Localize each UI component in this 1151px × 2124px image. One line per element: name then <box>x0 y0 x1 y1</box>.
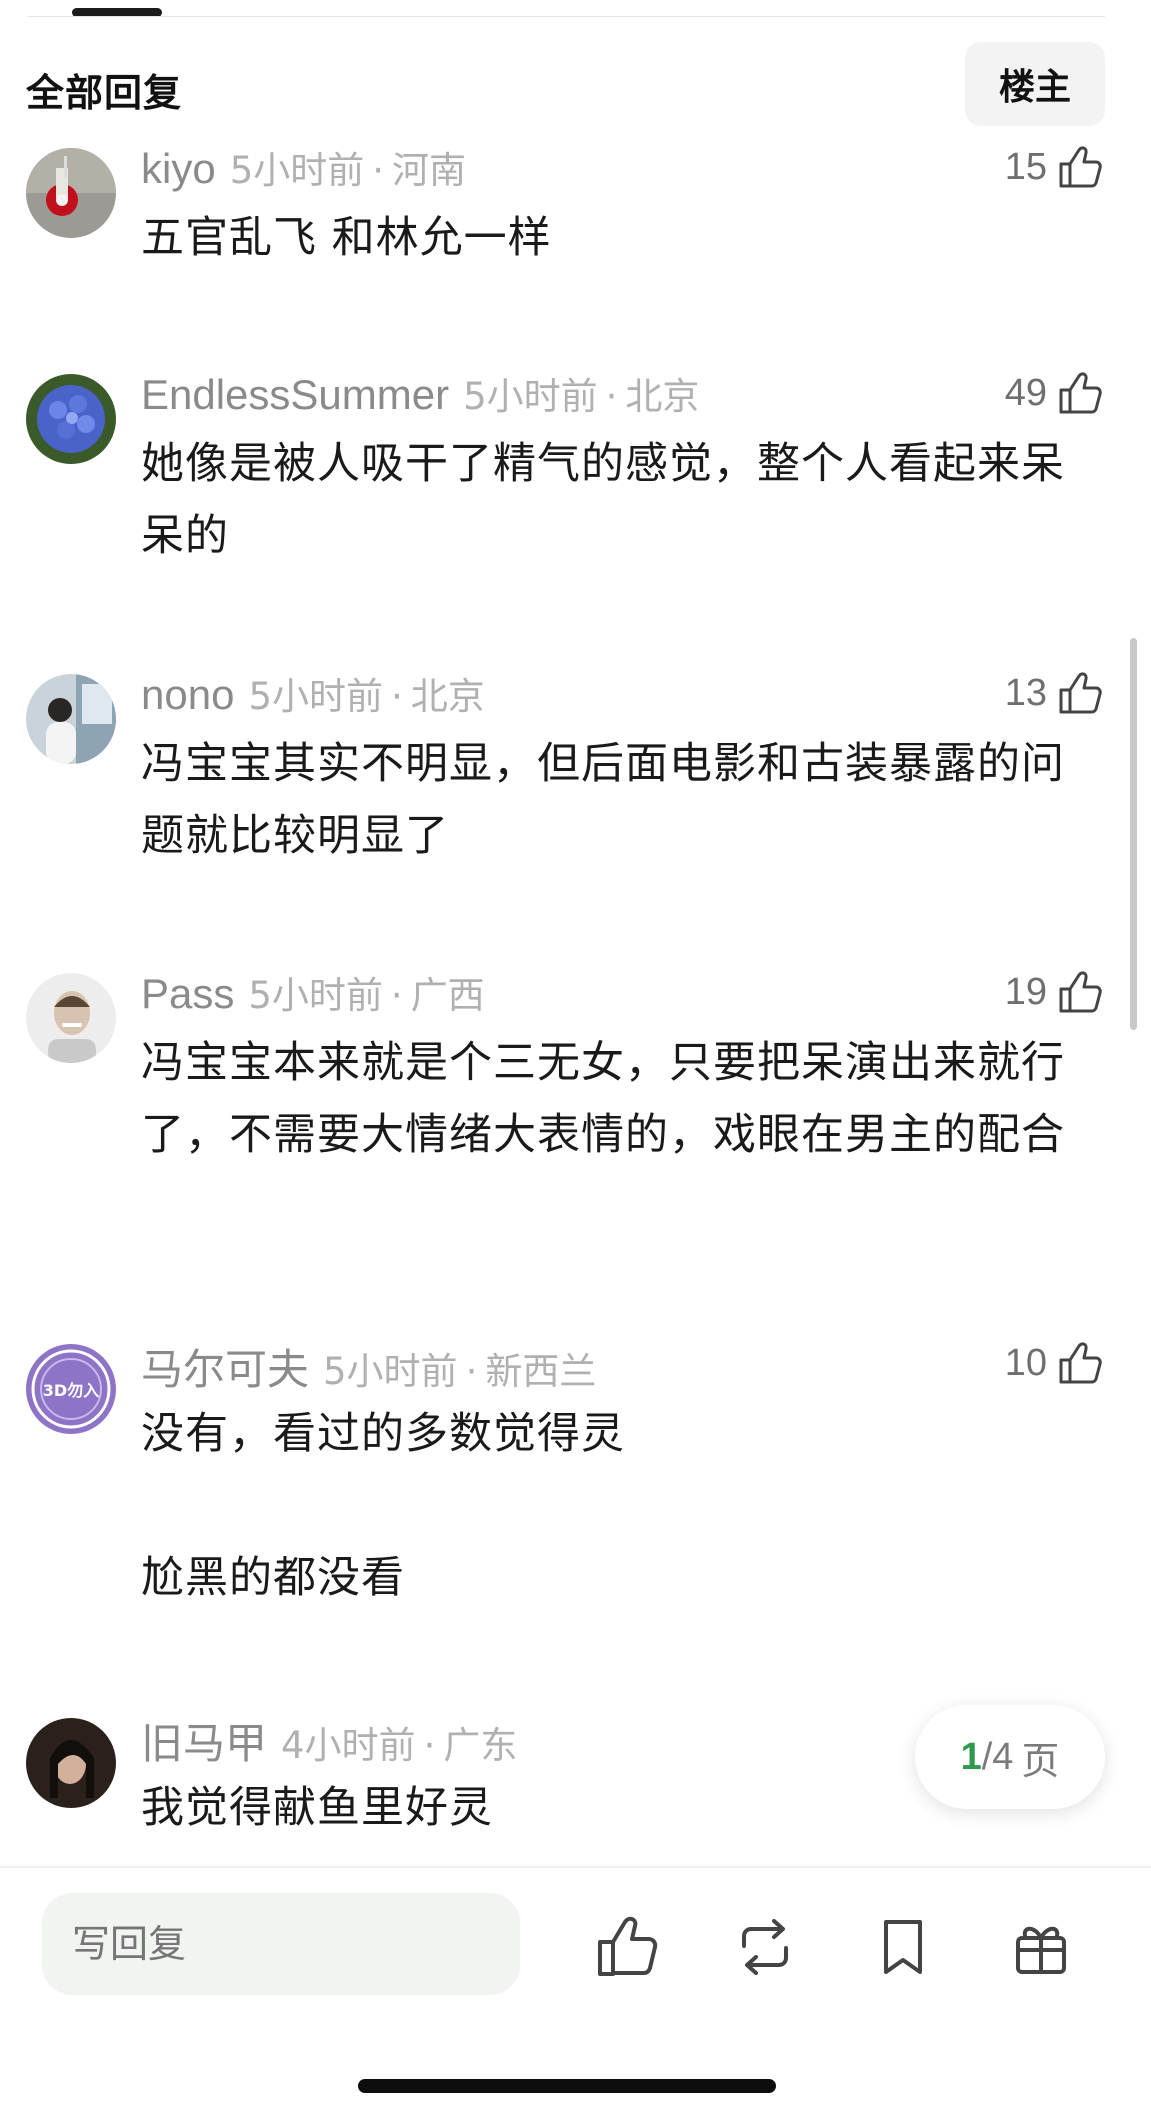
drink-cup-photo-icon <box>26 148 116 238</box>
op-only-button[interactable]: 楼主 <box>965 42 1105 126</box>
like-count: 15 <box>1004 145 1047 188</box>
top-divider <box>28 16 1105 17</box>
avatar[interactable]: 3D勿入 <box>26 1344 116 1434</box>
thumbs-up-icon <box>1055 967 1105 1017</box>
total-pages: /4 <box>981 1735 1014 1778</box>
comment-item: Pass 5小时前 · 广西 19 冯宝宝本来就是个三无女，只要把呆演出来就行了… <box>0 965 1151 1265</box>
comment-time: 5小时前 <box>463 375 598 418</box>
like-button[interactable]: 15 <box>1005 140 1105 194</box>
thumbs-up-icon <box>1055 142 1105 192</box>
comment-text: 没有，看过的多数觉得灵 尬黑的都没看 <box>141 1398 1081 1614</box>
comment-location: 北京 <box>625 375 700 418</box>
gift-icon[interactable] <box>1006 1912 1076 1982</box>
comment-text: 五官乱飞 和林允一样 <box>141 213 552 263</box>
3d-badge-avatar-icon: 3D勿入 <box>26 1344 116 1434</box>
username[interactable]: Pass <box>141 970 234 1018</box>
comment-location: 北京 <box>410 675 485 718</box>
comment-header: kiyo 5小时前 · 河南 <box>141 140 466 194</box>
comment-location: 广西 <box>410 974 485 1017</box>
like-count: 19 <box>1004 970 1047 1013</box>
bottom-divider <box>0 1866 1151 1868</box>
thumbs-up-icon <box>1055 1338 1105 1388</box>
comment-header: Pass 5小时前 · 广西 <box>141 965 485 1019</box>
repost-icon[interactable] <box>730 1912 800 1982</box>
page-indicator[interactable]: 1 /4 页 <box>915 1705 1105 1809</box>
username[interactable]: 旧马甲 <box>141 1710 267 1771</box>
comment-location: 新西兰 <box>485 1350 597 1393</box>
page-unit: 页 <box>1021 1740 1060 1783</box>
dark-portrait-photo-icon <box>26 1718 116 1808</box>
thumbs-up-icon <box>1055 668 1105 718</box>
comment-header: EndlessSummer 5小时前 · 北京 <box>141 366 699 420</box>
comment-location: 河南 <box>392 149 467 192</box>
woman-at-window-photo-icon <box>26 674 116 764</box>
comment-time: 5小时前 <box>229 149 365 192</box>
like-count: 10 <box>1004 1341 1047 1384</box>
thumbs-up-icon <box>1055 368 1105 418</box>
avatar-badge-text: 3D勿入 <box>43 1381 99 1400</box>
comment-header: nono 5小时前 · 北京 <box>141 666 485 720</box>
comment-time: 5小时前 <box>248 675 383 718</box>
comment-location: 广东 <box>443 1724 518 1767</box>
like-count: 13 <box>1004 671 1047 714</box>
comment-text: 冯宝宝本来就是个三无女，只要把呆演出来就行了，不需要大情绪大表情的，戏眼在男主的… <box>141 1038 1065 1160</box>
avatar[interactable] <box>26 973 116 1063</box>
meta-separator: · <box>423 1724 436 1767</box>
like-button[interactable]: 19 <box>1005 965 1105 1019</box>
meta-separator: · <box>605 375 618 418</box>
comment-time: 4小时前 <box>281 1724 416 1767</box>
thumbs-up-icon[interactable] <box>592 1912 662 1982</box>
avatar[interactable] <box>26 374 116 464</box>
username[interactable]: kiyo <box>141 145 216 193</box>
meta-separator: · <box>390 675 403 718</box>
replies-header: 全部回复 楼主 <box>0 38 1151 128</box>
like-count: 49 <box>1004 371 1047 414</box>
like-button[interactable]: 13 <box>1005 666 1105 720</box>
current-page: 1 <box>960 1735 982 1778</box>
comment-text-line: 尬黑的都没看 <box>141 1553 405 1603</box>
username[interactable]: EndlessSummer <box>141 371 449 419</box>
username[interactable]: 马尔可夫 <box>141 1336 309 1397</box>
avatar[interactable] <box>26 674 116 764</box>
comment-text-line: 没有，看过的多数觉得灵 <box>141 1409 625 1459</box>
meta-separator: · <box>390 974 403 1017</box>
comment-text: 她像是被人吸干了精气的感觉，整个人看起来呆呆的 <box>141 439 1065 561</box>
comment-text: 冯宝宝其实不明显，但后面电影和古装暴露的问题就比较明显了 <box>141 739 1065 861</box>
comment-time: 5小时前 <box>323 1350 458 1393</box>
comment-header: 马尔可夫 5小时前 · 新西兰 <box>141 1336 596 1393</box>
comment-item: kiyo 5小时前 · 河南 15 五官乱飞 和林允一样 <box>0 140 1151 320</box>
comment-item: nono 5小时前 · 北京 13 冯宝宝其实不明显，但后面电影和古装暴露的问题… <box>0 666 1151 886</box>
meta-separator: · <box>465 1350 478 1393</box>
avatar[interactable] <box>26 1718 116 1808</box>
reply-input[interactable] <box>42 1893 520 1995</box>
smiling-man-photo-icon <box>26 973 116 1063</box>
comment-time: 5小时前 <box>248 974 383 1017</box>
meta-separator: · <box>372 149 385 192</box>
comment-header: 旧马甲 4小时前 · 广东 <box>141 1710 517 1767</box>
username[interactable]: nono <box>141 671 234 719</box>
bookmark-icon[interactable] <box>868 1912 938 1982</box>
comment-item: EndlessSummer 5小时前 · 北京 49 她像是被人吸干了精气的感觉… <box>0 366 1151 586</box>
hydrangea-flower-photo-icon <box>26 374 116 464</box>
like-button[interactable]: 10 <box>1005 1336 1105 1390</box>
like-button[interactable]: 49 <box>1005 366 1105 420</box>
page-title: 全部回复 <box>26 71 183 115</box>
avatar[interactable] <box>26 148 116 238</box>
home-indicator[interactable] <box>358 2079 776 2093</box>
comment-item: 3D勿入 马尔可夫 5小时前 · 新西兰 10 没有，看过的多数觉得灵 尬黑的都… <box>0 1336 1151 1636</box>
